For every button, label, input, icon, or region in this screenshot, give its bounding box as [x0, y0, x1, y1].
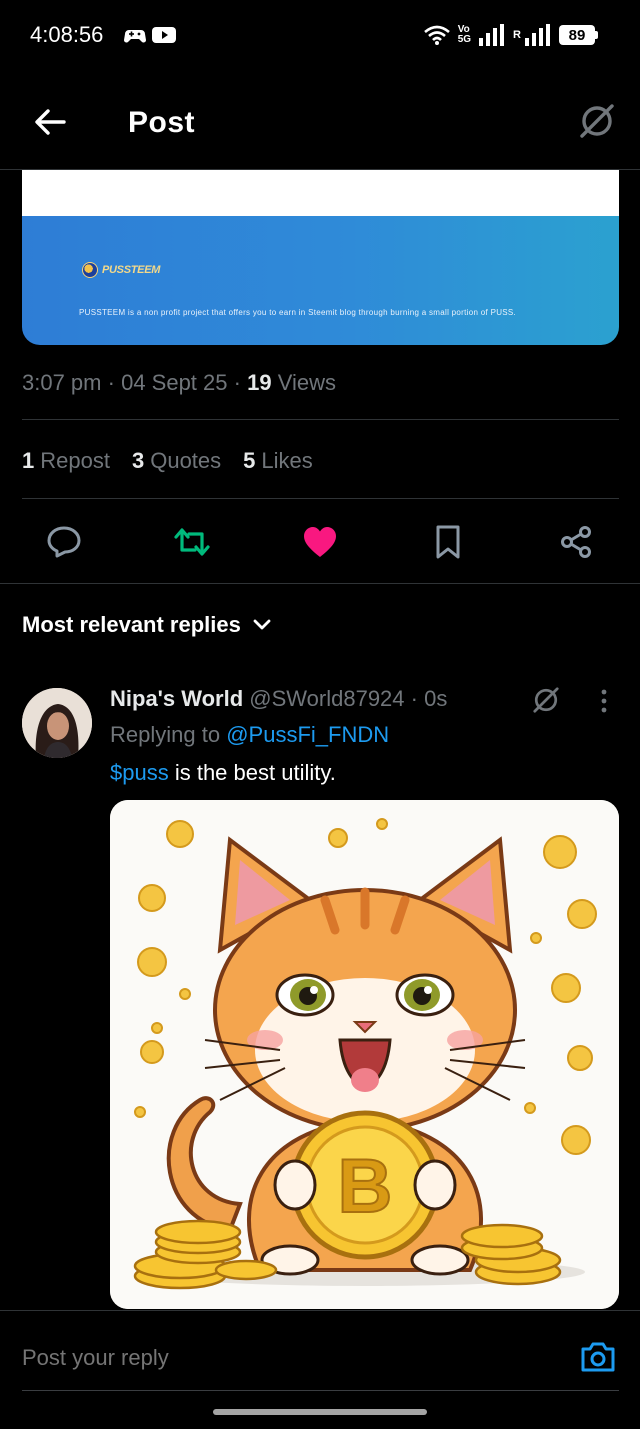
post-header: Post — [0, 72, 640, 170]
reply-button[interactable] — [44, 522, 84, 562]
grok-icon — [580, 104, 614, 138]
cat-coin-illustration: B — [110, 800, 619, 1309]
battery-level: 89 — [559, 25, 595, 45]
replying-to-line: Replying to @PussFi_FNDN — [110, 722, 390, 747]
reply-compose-bar — [0, 1310, 640, 1390]
signal-icon-2 — [525, 24, 550, 46]
cashtag-link[interactable]: $puss — [110, 760, 169, 785]
reply-icon — [47, 526, 81, 558]
divider — [22, 419, 619, 420]
reply-author-line: Nipa's World @SWorld87924 · 0s — [110, 686, 448, 711]
post-stats: 1 Repost 3 Quotes 5 Likes — [22, 448, 313, 474]
camera-button[interactable] — [580, 1339, 616, 1375]
reply-text: $puss is the best utility. — [110, 760, 336, 785]
home-indicator[interactable] — [213, 1409, 427, 1415]
roaming-label: R — [513, 29, 521, 41]
signal-icon — [479, 24, 505, 46]
volte-label: Vo 5G — [457, 24, 472, 45]
link-card-banner: PUSSTEEM PUSSTEEM is a non profit projec… — [22, 216, 619, 345]
like-button[interactable] — [300, 522, 340, 562]
views-label: Views — [277, 370, 336, 395]
divider — [22, 498, 619, 499]
avatar-image — [22, 688, 92, 758]
grok-icon — [533, 687, 559, 713]
share-icon — [561, 526, 591, 558]
more-vertical-icon — [601, 689, 607, 713]
post-date: 04 Sept 25 — [121, 370, 228, 395]
bookmark-button[interactable] — [428, 522, 468, 562]
camera-icon — [581, 1342, 615, 1372]
back-button[interactable] — [30, 102, 70, 142]
pussteem-logo-icon — [82, 262, 98, 278]
avatar[interactable] — [22, 688, 92, 758]
quotes-stat[interactable]: 3 Quotes — [132, 448, 221, 474]
pussteem-logo: PUSSTEEM — [82, 262, 160, 278]
link-card-description: PUSSTEEM is a non profit project that of… — [79, 308, 517, 317]
reply-author-handle[interactable]: @SWorld87924 — [249, 686, 404, 711]
reply-grok-button[interactable] — [526, 682, 566, 718]
reply-more-button[interactable] — [592, 686, 616, 716]
views-count: 19 — [247, 370, 272, 395]
gamepad-icon — [124, 30, 146, 43]
link-preview-card[interactable]: PUSSTEEM PUSSTEEM is a non profit projec… — [22, 170, 619, 345]
arrow-left-icon — [35, 109, 66, 135]
chevron-down-icon — [253, 619, 271, 630]
compose-underline — [22, 1390, 619, 1391]
action-bar — [0, 500, 640, 584]
repost-icon — [174, 528, 210, 556]
svg-text:B: B — [338, 1144, 393, 1229]
reply-media-image[interactable]: B — [110, 800, 619, 1309]
grok-button[interactable] — [576, 100, 618, 142]
post-meta: 3:07 pm · 04 Sept 25 · 19 Views — [22, 370, 336, 395]
replies-sort-label: Most relevant replies — [22, 612, 241, 637]
share-button[interactable] — [556, 522, 596, 562]
youtube-icon — [152, 27, 176, 43]
wifi-icon — [423, 25, 450, 45]
repost-button[interactable] — [172, 522, 212, 562]
reply-age: 0s — [424, 686, 448, 711]
link-card-top — [22, 170, 619, 216]
reposts-stat[interactable]: 1 Repost — [22, 448, 110, 474]
reply-author-name[interactable]: Nipa's World — [110, 686, 243, 711]
status-app-icons — [124, 26, 176, 44]
heart-icon — [304, 527, 336, 557]
reply-input[interactable] — [22, 1345, 522, 1371]
status-right: Vo 5G R 89 — [423, 24, 598, 46]
battery-icon: 89 — [559, 25, 598, 45]
status-bar: 4:08:56 Vo 5G R 89 — [0, 0, 640, 72]
status-time: 4:08:56 — [30, 22, 104, 47]
replying-to-handle[interactable]: @PussFi_FNDN — [226, 722, 389, 747]
likes-stat[interactable]: 5 Likes — [243, 448, 313, 474]
post-time: 3:07 pm — [22, 370, 102, 395]
bookmark-icon — [436, 525, 460, 559]
page-title: Post — [128, 106, 196, 139]
replies-sort-dropdown[interactable]: Most relevant replies — [22, 612, 271, 638]
